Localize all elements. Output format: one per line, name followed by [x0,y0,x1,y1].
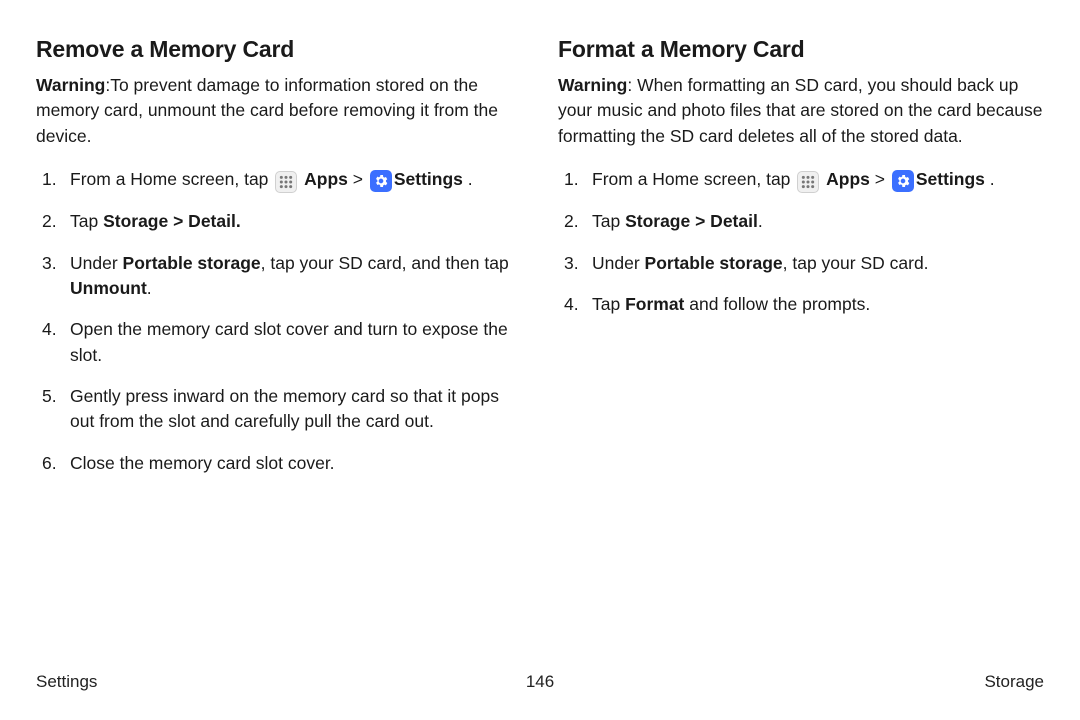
warning-text: :To prevent damage to information stored… [36,75,498,146]
apps-label: Apps [826,169,870,189]
content-columns: Remove a Memory Card Warning:To prevent … [36,36,1044,492]
format-heading: Format a Memory Card [558,36,1044,63]
apps-icon [275,171,297,193]
remove-step-3: Under Portable storage, tap your SD card… [36,251,522,302]
format-step-3: Under Portable storage, tap your SD card… [558,251,1044,276]
format-steps: From a Home screen, tap Apps > Settings … [558,167,1044,317]
right-column: Format a Memory Card Warning: When forma… [558,36,1044,492]
format-step-1: From a Home screen, tap Apps > Settings … [558,167,1044,193]
warning-text: : When formatting an SD card, you should… [558,75,1042,146]
format-step-2: Tap Storage > Detail. [558,209,1044,234]
remove-warning: Warning:To prevent damage to information… [36,73,522,149]
settings-icon [892,170,914,192]
remove-step-6: Close the memory card slot cover. [36,451,522,476]
apps-icon [797,171,819,193]
apps-label: Apps [304,169,348,189]
footer-page-number: 146 [526,672,554,692]
remove-heading: Remove a Memory Card [36,36,522,63]
footer-left: Settings [36,672,97,692]
settings-icon [370,170,392,192]
remove-step-4: Open the memory card slot cover and turn… [36,317,522,368]
settings-label: Settings [394,169,463,189]
settings-label: Settings [916,169,985,189]
warning-label: Warning [36,75,105,95]
page-footer: Settings 146 Storage [0,672,1080,692]
left-column: Remove a Memory Card Warning:To prevent … [36,36,522,492]
format-warning: Warning: When formatting an SD card, you… [558,73,1044,149]
remove-step-2: Tap Storage > Detail. [36,209,522,234]
remove-step-5: Gently press inward on the memory card s… [36,384,522,435]
remove-steps: From a Home screen, tap Apps > Settings … [36,167,522,476]
remove-step-1: From a Home screen, tap Apps > Settings … [36,167,522,193]
footer-right: Storage [984,672,1044,692]
warning-label: Warning [558,75,627,95]
format-step-4: Tap Format and follow the prompts. [558,292,1044,317]
